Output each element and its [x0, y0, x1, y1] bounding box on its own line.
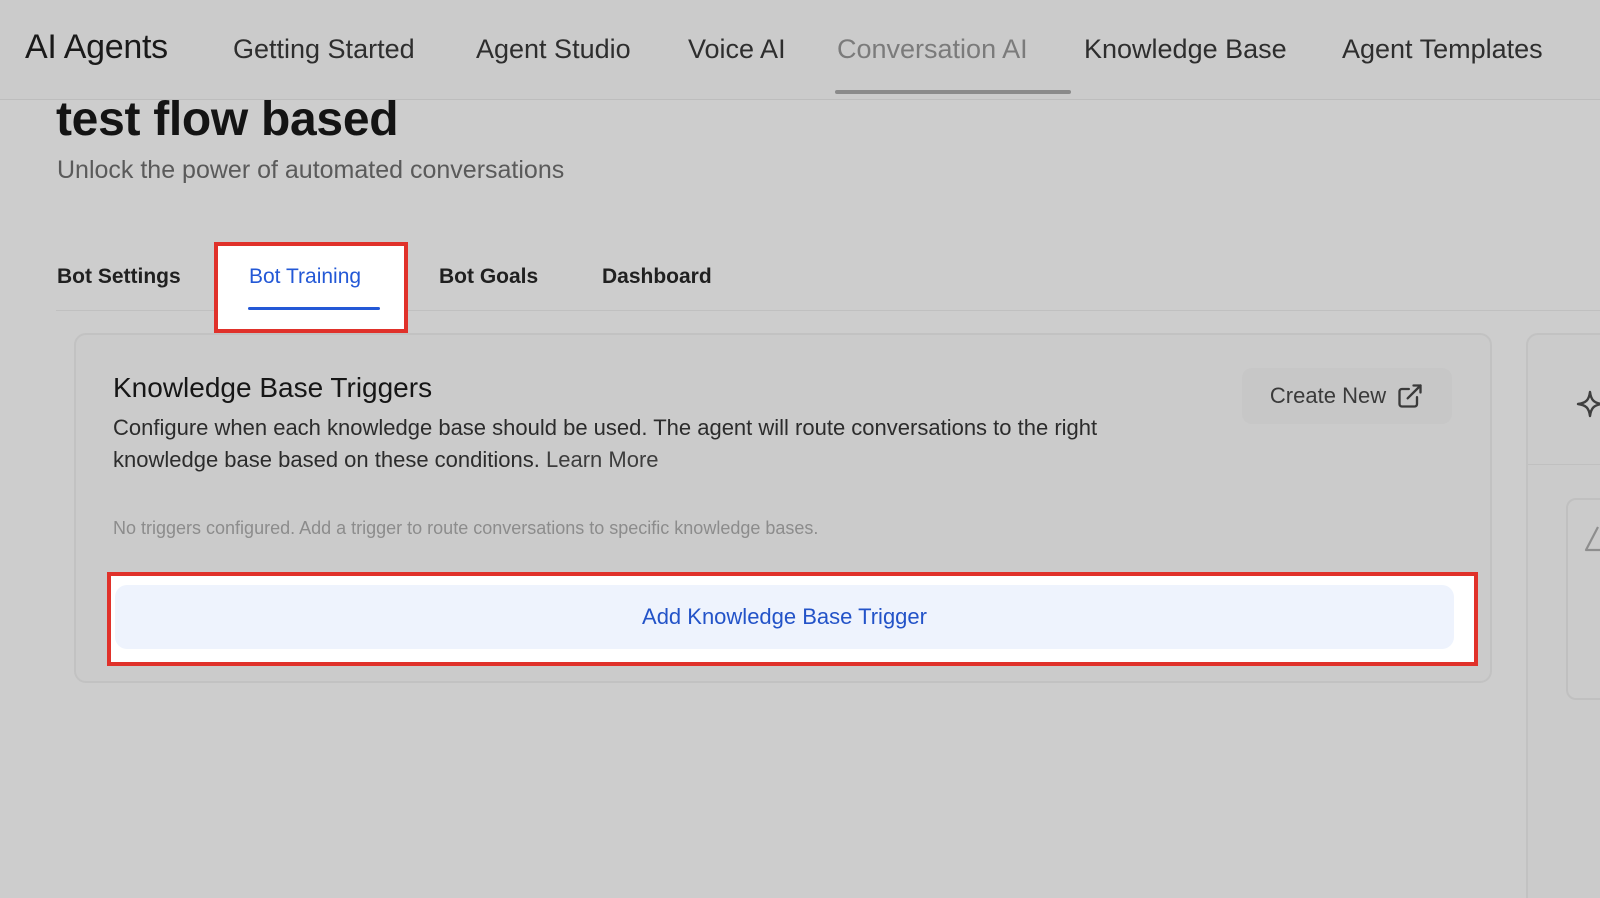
tab-bot-goals[interactable]: Bot Goals — [439, 265, 538, 289]
side-panel-divider — [1528, 464, 1600, 465]
page-subtitle: Unlock the power of automated conversati… — [57, 156, 565, 184]
brand-title: AI Agents — [25, 28, 168, 66]
nav-getting-started[interactable]: Getting Started — [233, 34, 415, 65]
nav-agent-studio[interactable]: Agent Studio — [476, 34, 631, 65]
card-description: Configure when each knowledge base shoul… — [113, 412, 1203, 476]
empty-state-text: No triggers configured. Add a trigger to… — [113, 518, 819, 538]
warning-icon — [1584, 526, 1600, 552]
tab-dashboard[interactable]: Dashboard — [602, 265, 712, 289]
page-title: test flow based — [56, 93, 399, 146]
nav-knowledge-base[interactable]: Knowledge Base — [1084, 34, 1287, 65]
top-navigation: AI Agents Getting Started Agent Studio V… — [0, 0, 1600, 100]
create-new-button[interactable]: Create New — [1242, 368, 1452, 424]
page: AI Agents Getting Started Agent Studio V… — [0, 0, 1600, 898]
sparkle-icon[interactable] — [1576, 384, 1600, 426]
nav-active-indicator — [835, 90, 1071, 94]
create-new-label: Create New — [1269, 383, 1387, 408]
learn-more-link[interactable]: Learn More — [546, 447, 659, 472]
tab-bot-settings[interactable]: Bot Settings — [57, 265, 181, 289]
nav-agent-templates[interactable]: Agent Templates — [1342, 34, 1543, 65]
tab-active-indicator — [248, 307, 380, 310]
add-knowledge-base-trigger-button[interactable]: Add Knowledge Base Trigger — [115, 585, 1454, 649]
external-link-icon — [1398, 384, 1422, 408]
nav-conversation-ai[interactable]: Conversation AI — [837, 34, 1028, 65]
card-title: Knowledge Base Triggers — [113, 372, 433, 403]
nav-voice-ai[interactable]: Voice AI — [688, 34, 786, 65]
tab-bot-training[interactable]: Bot Training — [249, 265, 361, 289]
